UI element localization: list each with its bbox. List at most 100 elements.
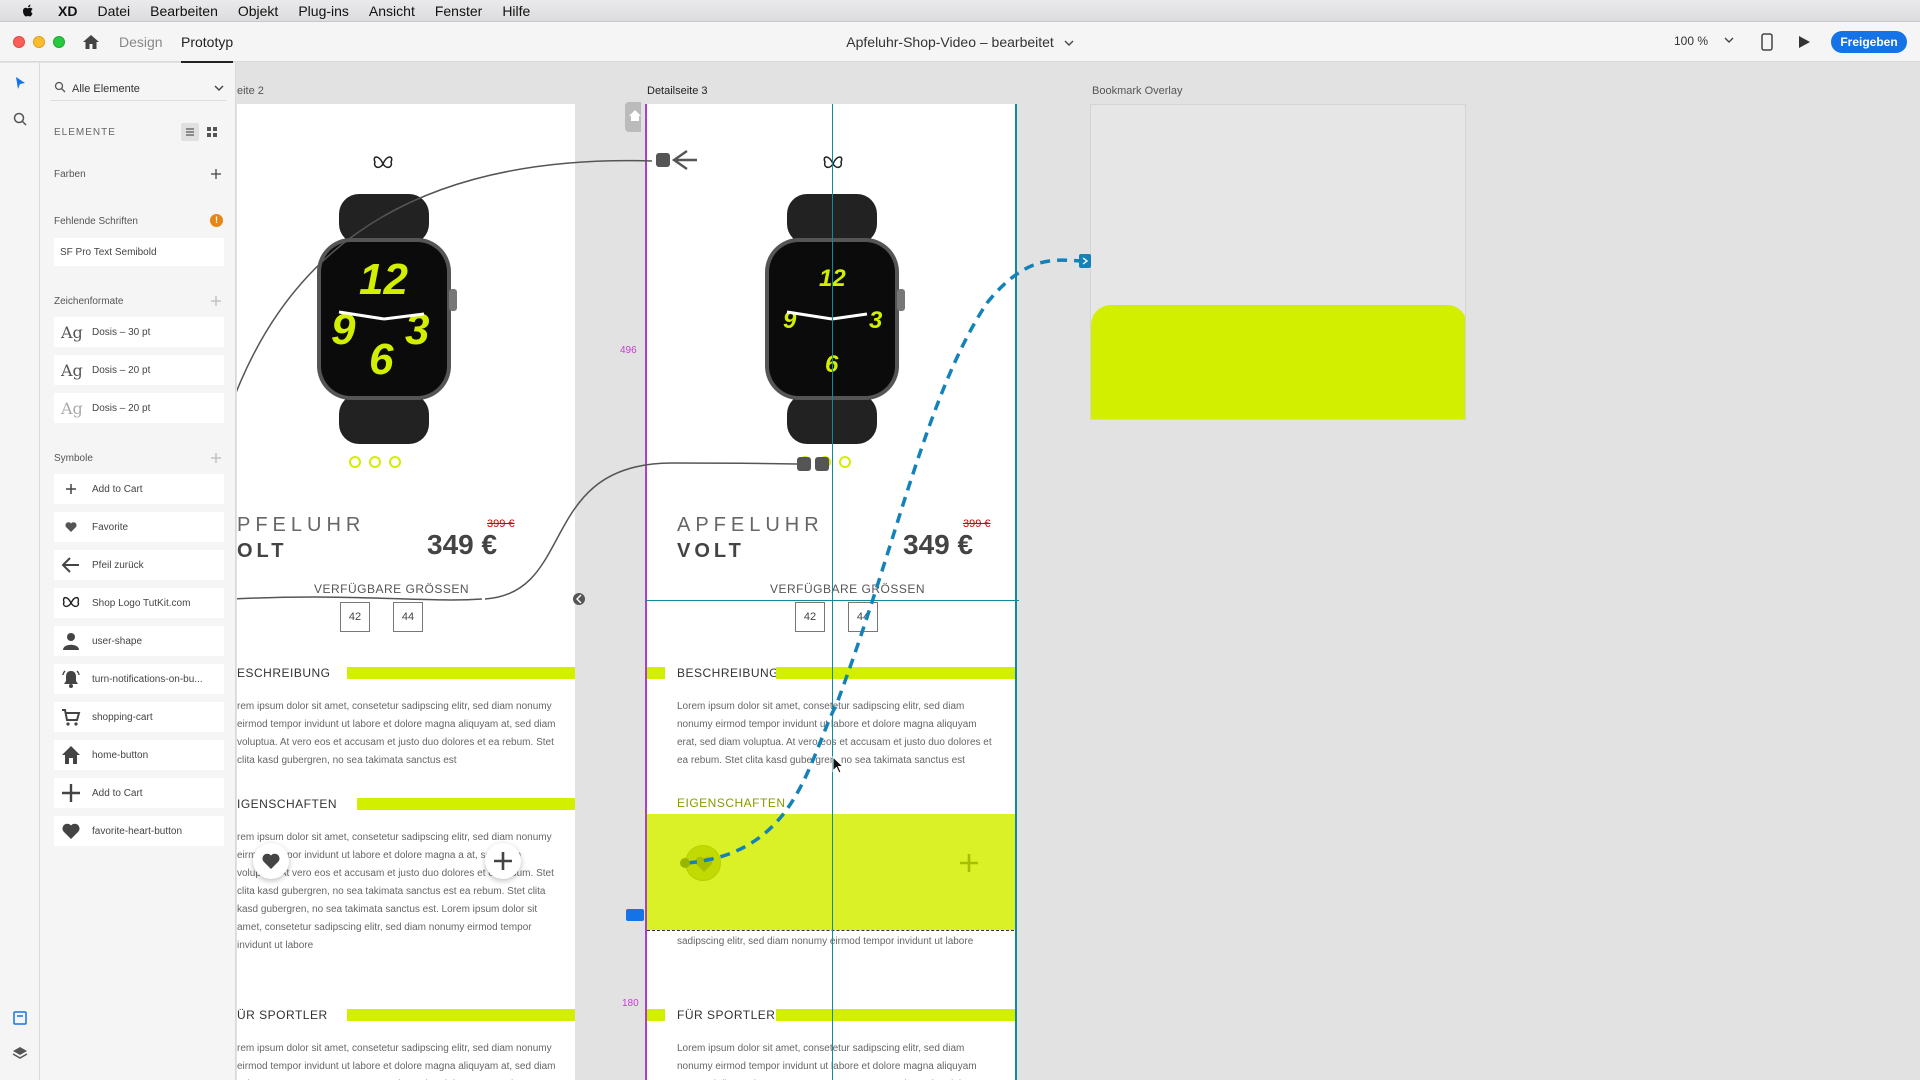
scroll-group-handle[interactable] <box>626 909 644 921</box>
char-styles-heading: Zeichenformate <box>54 296 124 307</box>
warning-icon[interactable]: ! <box>210 214 223 227</box>
add-to-cart-button[interactable] <box>951 845 987 881</box>
artboard-label-2[interactable]: eite 2 <box>237 85 264 97</box>
symbol-item-home-button[interactable]: home-button <box>54 740 224 770</box>
menu-app-xd[interactable]: XD <box>48 3 87 19</box>
symbol-item-user-shape[interactable]: user-shape <box>54 626 224 656</box>
size-option-42[interactable]: 42 <box>340 602 370 632</box>
menu-ansicht[interactable]: Ansicht <box>359 3 425 19</box>
carousel-dot[interactable] <box>799 456 811 468</box>
plus-icon <box>66 484 76 494</box>
home-icon <box>62 746 80 764</box>
symbol-item-add-to-cart[interactable]: Add to Cart <box>54 474 224 504</box>
device-preview-icon[interactable] <box>1761 33 1773 51</box>
symbol-label: home-button <box>92 750 149 761</box>
product-name-line1: PFELUHR <box>237 514 366 536</box>
symbol-label: Pfeil zurück <box>92 560 144 571</box>
size-option-42[interactable]: 42 <box>795 602 825 632</box>
size-option-44[interactable]: 44 <box>848 602 878 632</box>
menu-plugins[interactable]: Plug-ins <box>288 3 359 19</box>
properties-text: sadipscing elitr, sed diam nonumy eirmod… <box>677 936 974 947</box>
share-button[interactable]: Freigeben <box>1831 31 1907 53</box>
chevron-down-icon <box>214 85 224 91</box>
home-icon <box>629 110 641 121</box>
assets-filter-dropdown[interactable]: Alle Elemente <box>50 77 226 101</box>
add-color-icon[interactable] <box>210 168 222 180</box>
sport-text: rem ipsum dolor sit amet, consetetur sad… <box>237 1043 556 1080</box>
char-style-item[interactable]: Ag Dosis – 20 pt <box>54 355 224 385</box>
assets-filter-value: Alle Elemente <box>72 83 140 95</box>
char-style-preview: Ag <box>61 361 83 380</box>
cart-icon <box>62 709 81 726</box>
list-view-icon <box>186 128 194 136</box>
favorite-button[interactable] <box>253 843 289 879</box>
char-style-label: Dosis – 20 pt <box>92 403 151 414</box>
apple-icon[interactable] <box>20 3 36 19</box>
chevron-down-icon[interactable] <box>1724 35 1734 45</box>
symbol-item-favorite-heart[interactable]: favorite-heart-button <box>54 816 224 846</box>
symbol-item-shopping-cart[interactable]: shopping-cart <box>54 702 224 732</box>
home-screen-marker[interactable] <box>625 102 641 132</box>
carousel-dots <box>349 456 401 470</box>
menu-fenster[interactable]: Fenster <box>425 3 492 19</box>
section-heading: FÜR SPORTLER <box>677 1008 776 1022</box>
char-style-item[interactable]: Ag Dosis – 20 pt <box>54 393 224 423</box>
symbol-label: Add to Cart <box>92 788 143 799</box>
artboard-detailseite-3[interactable]: 12 9 6 3 APFELUHR VOLT 399 € 349 € VERFÜ… <box>645 104 1017 1080</box>
menu-hilfe[interactable]: Hilfe <box>492 3 540 19</box>
watch-image: 12 9 6 3 <box>317 194 457 444</box>
grid-view-button[interactable] <box>203 123 221 141</box>
add-to-cart-button[interactable] <box>485 843 521 879</box>
select-arrow-icon[interactable] <box>12 75 28 91</box>
missing-font-item[interactable]: SF Pro Text Semibold <box>54 238 224 266</box>
symbol-item-arrow-back[interactable]: Pfeil zurück <box>54 550 224 580</box>
section-bar <box>347 667 575 679</box>
layers-icon[interactable] <box>12 1045 28 1061</box>
horizontal-guide[interactable] <box>646 600 1019 601</box>
price: 349 € <box>903 529 974 560</box>
watch-numeral-6: 6 <box>369 335 394 384</box>
symbol-label: user-shape <box>92 636 143 647</box>
symbol-item-add-to-cart-2[interactable]: Add to Cart <box>54 778 224 808</box>
menu-objekt[interactable]: Objekt <box>228 3 288 19</box>
zoom-search-icon[interactable] <box>12 111 28 127</box>
menu-bar: XD Datei Bearbeiten Objekt Plug-ins Ansi… <box>0 0 1920 22</box>
symbol-item-favorite[interactable]: Favorite <box>54 512 224 542</box>
vertical-guide[interactable] <box>832 104 833 1080</box>
symbol-item-notifications[interactable]: turn-notifications-on-bu... <box>54 664 224 694</box>
watch-numeral-3: 3 <box>869 307 883 334</box>
add-symbol-icon[interactable] <box>210 452 222 464</box>
assets-panel-icon[interactable] <box>12 1010 28 1026</box>
heart-icon <box>65 522 77 532</box>
symbol-label: shopping-cart <box>92 712 153 723</box>
zoom-level[interactable]: 100 % <box>1674 34 1708 48</box>
play-icon[interactable] <box>1797 35 1811 49</box>
missing-fonts-heading: Fehlende Schriften <box>54 216 138 227</box>
list-view-button[interactable] <box>181 123 199 141</box>
artboard-detailseite-2[interactable]: 12 9 6 3 PFELUHR OLT 399 € 349 € VERFÜGB… <box>237 104 575 1080</box>
favorite-button[interactable] <box>685 845 721 881</box>
carousel-dot[interactable] <box>839 456 851 468</box>
menu-datei[interactable]: Datei <box>87 3 140 19</box>
carousel-dot[interactable] <box>369 456 381 468</box>
heart-icon <box>262 853 280 869</box>
artboard-label-bookmark[interactable]: Bookmark Overlay <box>1092 85 1182 97</box>
add-char-style-icon[interactable] <box>210 295 222 307</box>
symbol-item-shop-logo[interactable]: Shop Logo TutKit.com <box>54 588 224 618</box>
bookmark-card <box>1091 305 1465 419</box>
artboard-bookmark-overlay[interactable] <box>1090 104 1466 420</box>
carousel-dot[interactable] <box>389 456 401 468</box>
menu-bearbeiten[interactable]: Bearbeiten <box>140 3 228 19</box>
char-style-item[interactable]: Ag Dosis – 30 pt <box>54 317 224 347</box>
document-title[interactable]: Apfeluhr-Shop-Video – bearbeitet <box>0 34 1920 50</box>
artboard-label-3[interactable]: Detailseite 3 <box>647 85 708 97</box>
plus-icon <box>494 852 512 870</box>
design-canvas[interactable]: eite 2 Detailseite 3 Bookmark Overlay 12… <box>237 63 1920 1080</box>
size-option-44[interactable]: 44 <box>393 602 423 632</box>
product-name-line1: APFELUHR <box>677 514 824 536</box>
butterfly-logo-icon <box>62 596 80 608</box>
carousel-dot[interactable] <box>349 456 361 468</box>
section-bar <box>347 1009 575 1021</box>
carousel-dot[interactable] <box>819 456 831 468</box>
section-bar <box>776 667 1015 679</box>
